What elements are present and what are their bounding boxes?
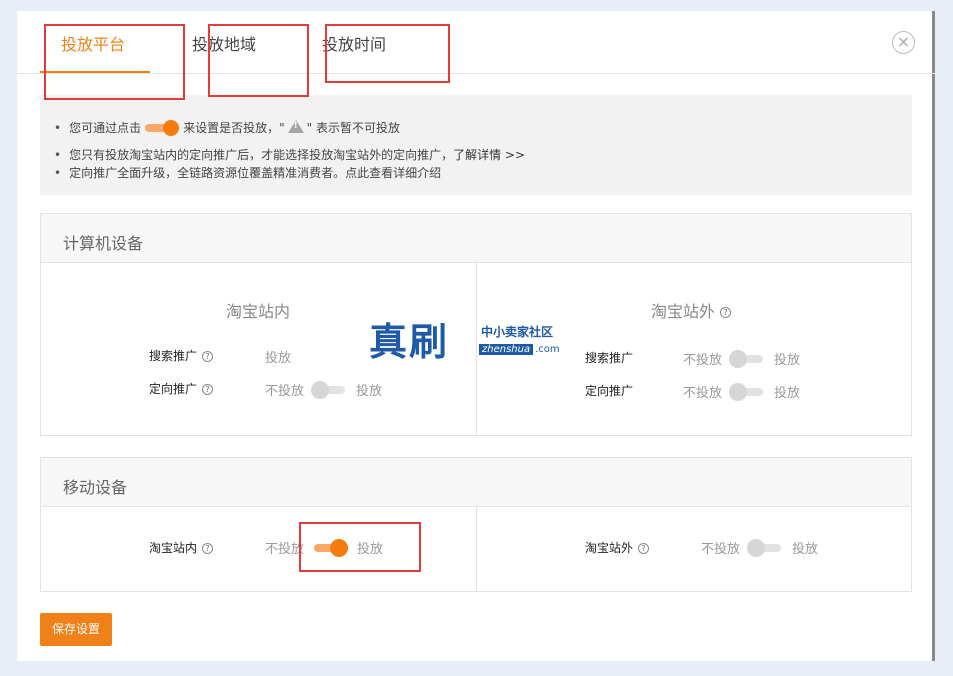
mobile-inside-off-label: 不投放 (265, 542, 305, 557)
help-icon[interactable]: ? (202, 543, 214, 554)
mobile-outside-label-text: 淘宝站外 (585, 541, 634, 555)
help-icon[interactable]: ? (720, 307, 732, 318)
watermark-url-box: zhenshua (479, 344, 534, 355)
search-promo-outside-off-label: 不投放 (683, 353, 723, 368)
toggle-icon (145, 119, 180, 136)
notice-line-2: 您只有投放淘宝站内的定向推广后，才能选择投放淘宝站外的定向推广， 了解详情 >> (54, 146, 525, 163)
targeted-promo-label: 定向推广? (149, 380, 214, 397)
mobile-inside-toggle[interactable] (314, 539, 348, 557)
search-promo-outside-toggle[interactable] (729, 350, 763, 368)
search-promo-label-text: 搜索推广 (149, 349, 198, 363)
mobile-inside-label-text: 淘宝站内 (149, 541, 198, 555)
targeted-promo-label-text: 定向推广 (149, 382, 198, 396)
watermark-url-tail: .com (535, 344, 560, 355)
watermark-url: zhenshua .com (479, 344, 560, 355)
notice-line-1-mid: 来设置是否投放，" (183, 121, 285, 135)
mobile-outside-on-label: 投放 (792, 542, 819, 557)
help-icon[interactable]: ? (202, 384, 214, 395)
mobile-outside-label: 淘宝站外? (585, 539, 650, 556)
targeted-promo-outside-on-label: 投放 (774, 386, 801, 401)
watermark-title: 真刷 (369, 319, 450, 364)
targeted-promo-off-label: 不投放 (265, 384, 305, 399)
notice-line-2-text: 您只有投放淘宝站内的定向推广后，才能选择投放淘宝站外的定向推广， (69, 148, 454, 162)
search-promo-outside-label: 搜索推广 (585, 351, 634, 365)
mobile-inside-label: 淘宝站内? (149, 539, 214, 556)
notice-line-1-pre: 您可通过点击 (69, 121, 142, 135)
mobile-outside-toggle[interactable] (747, 539, 781, 557)
taobao-outside-title-text: 淘宝站外 (651, 302, 716, 321)
mobile-outside-off-label: 不投放 (701, 542, 741, 557)
mobile-inside-on-label: 投放 (357, 542, 384, 557)
notice-line-1-post: " 表示暂不可投放 (306, 121, 400, 135)
search-promo-status: 投放 (265, 351, 292, 366)
taobao-inside-title: 淘宝站内 (226, 302, 291, 321)
panel-divider (476, 507, 477, 591)
tab-platform[interactable]: 投放平台 (61, 31, 125, 55)
targeted-promo-inside-toggle[interactable] (311, 381, 345, 399)
notice-line-3[interactable]: 定向推广全面升级，全链路资源位覆盖精准消费者。点此查看详细介绍 (54, 164, 441, 181)
settings-modal: 投放平台 投放地域 投放时间 × 您可通过点击 来设置是否投放，" " 表示暂不… (17, 11, 935, 661)
panel-divider (476, 263, 477, 435)
help-icon[interactable]: ? (638, 543, 650, 554)
close-icon[interactable]: × (892, 31, 915, 54)
watermark-subtitle: 中小卖家社区 (481, 325, 554, 339)
tab-bar: 投放平台 投放地域 投放时间 × (17, 11, 935, 74)
mobile-device-panel: 移动设备 淘宝站内? 不投放 投放 淘宝站外? 不投放 投放 (40, 457, 912, 592)
learn-more-link[interactable]: 了解详情 >> (453, 146, 525, 163)
targeted-promo-outside-off-label: 不投放 (683, 386, 723, 401)
targeted-promo-on-label: 投放 (356, 384, 383, 399)
mobile-panel-title: 移动设备 (41, 458, 911, 507)
warning-icon (287, 120, 304, 133)
pc-panel-title: 计算机设备 (41, 214, 911, 263)
taobao-outside-title: 淘宝站外? (651, 298, 732, 322)
search-promo-outside-on-label: 投放 (774, 353, 801, 368)
notice-line-3-text[interactable]: 定向推广全面升级，全链路资源位覆盖精准消费者。点此查看详细介绍 (69, 164, 441, 181)
help-icon[interactable]: ? (202, 351, 214, 362)
tab-time[interactable]: 投放时间 (322, 31, 386, 55)
notice-line-1: 您可通过点击 来设置是否投放，" " 表示暂不可投放 (54, 119, 400, 136)
search-promo-label: 搜索推广? (149, 347, 214, 364)
tab-region[interactable]: 投放地域 (192, 31, 256, 55)
active-tab-indicator (40, 71, 150, 73)
targeted-promo-outside-label: 定向推广 (585, 384, 634, 398)
notice-box: 您可通过点击 来设置是否投放，" " 表示暂不可投放 您只有投放淘宝站内的定向推… (40, 95, 912, 195)
save-settings-button[interactable]: 保存设置 (40, 613, 112, 646)
targeted-promo-outside-toggle[interactable] (729, 383, 763, 401)
pc-device-panel: 计算机设备 淘宝站内 搜索推广? 投放 定向推广? 不投放 投放 淘宝站外? 搜… (40, 213, 912, 436)
